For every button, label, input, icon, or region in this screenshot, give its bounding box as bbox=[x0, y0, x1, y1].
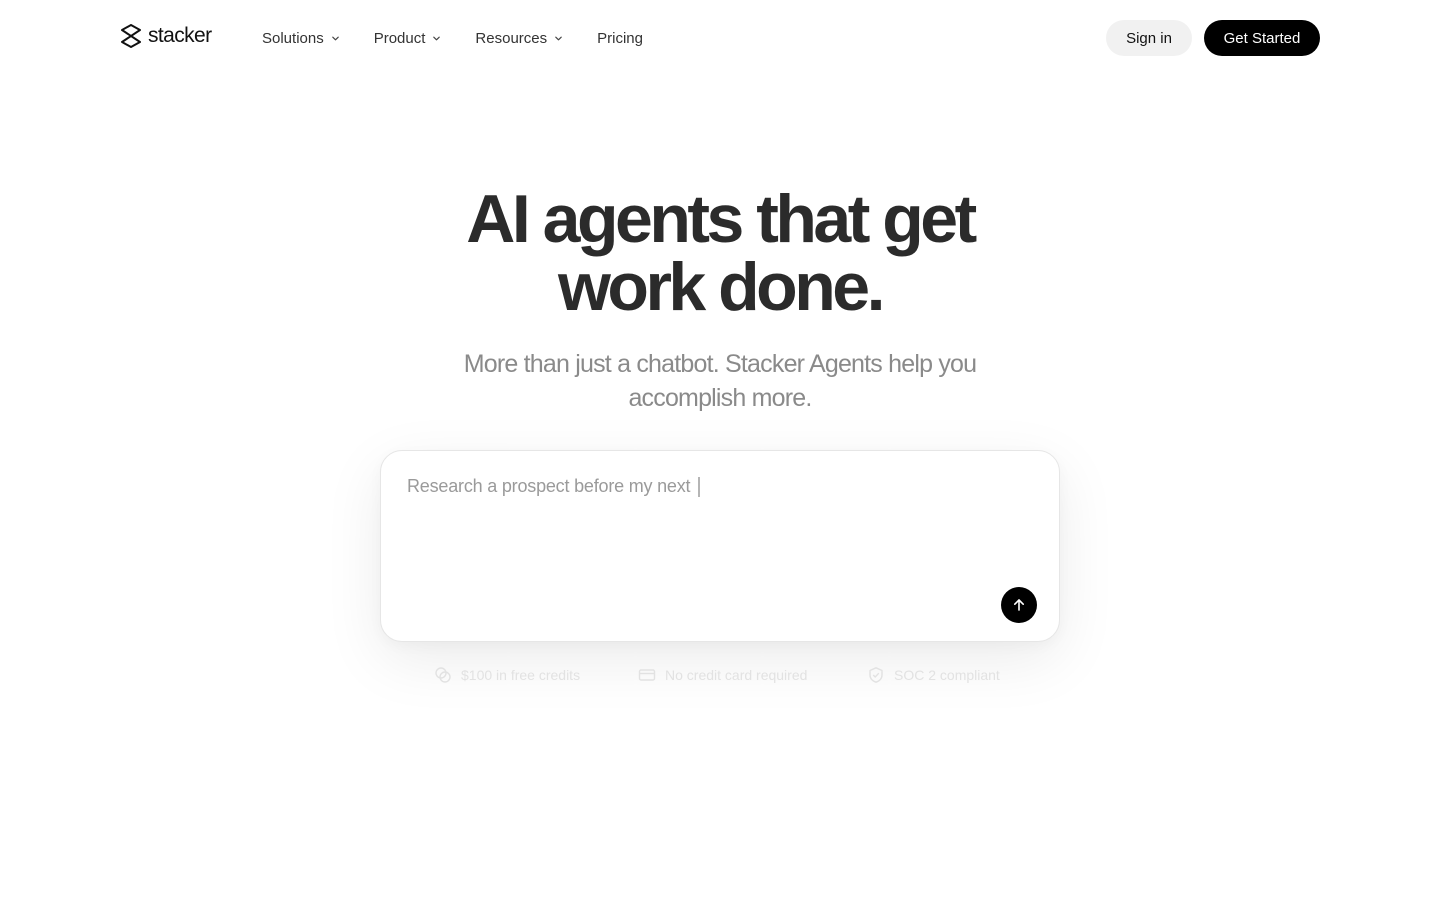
text-caret bbox=[698, 476, 700, 497]
chevron-down-icon bbox=[432, 34, 441, 43]
credit-card-icon bbox=[638, 666, 656, 684]
badge-label: SOC 2 compliant bbox=[894, 667, 1000, 683]
chevron-down-icon bbox=[331, 34, 340, 43]
prompt-input[interactable]: Research a prospect before my next bbox=[407, 476, 700, 497]
nav-item-label: Pricing bbox=[597, 29, 643, 47]
shield-check-icon bbox=[867, 666, 885, 684]
hero-title-line: work done. bbox=[558, 249, 885, 325]
send-button[interactable] bbox=[1001, 587, 1037, 623]
sign-in-button[interactable]: Sign in bbox=[1106, 20, 1192, 56]
badge-soc2: SOC 2 compliant bbox=[867, 666, 1000, 684]
hero-title-line: AI agents that get bbox=[466, 181, 977, 257]
prompt-typed-text: Research a prospect before my next bbox=[407, 476, 691, 496]
nav-links: Solutions Product Resources Pricing bbox=[262, 26, 677, 50]
hero-subtitle: More than just a chatbot. Stacker Agents… bbox=[0, 347, 1440, 415]
badge-label: No credit card required bbox=[665, 667, 808, 683]
feature-badges: $100 in free credits No credit card requ… bbox=[0, 666, 1440, 686]
badge-no-credit-card: No credit card required bbox=[638, 666, 807, 684]
get-started-button[interactable]: Get Started bbox=[1204, 20, 1320, 56]
chevron-down-icon bbox=[554, 34, 563, 43]
logo[interactable]: stacker bbox=[119, 22, 212, 50]
badge-free-credits: $100 in free credits bbox=[434, 666, 580, 684]
nav-item-pricing[interactable]: Pricing bbox=[597, 30, 643, 47]
nav-item-label: Resources bbox=[475, 29, 548, 47]
nav-item-label: Solutions bbox=[262, 29, 324, 47]
prompt-input-card[interactable]: Research a prospect before my next bbox=[380, 450, 1060, 642]
hero-subtitle-line: More than just a chatbot. Stacker Agents… bbox=[463, 350, 977, 378]
logo-text: stacker bbox=[148, 24, 212, 47]
hero-title: AI agents that get work done. bbox=[0, 185, 1440, 321]
nav-item-label: Product bbox=[373, 29, 426, 47]
coins-icon bbox=[434, 666, 452, 684]
hero-subtitle-line: accomplish more. bbox=[628, 384, 812, 412]
nav-item-solutions[interactable]: Solutions bbox=[262, 30, 340, 47]
badge-label: $100 in free credits bbox=[461, 667, 581, 683]
nav-item-resources[interactable]: Resources bbox=[475, 30, 563, 47]
top-nav: stacker Solutions Product Resources Pric… bbox=[0, 0, 1440, 76]
stacker-logo-icon bbox=[119, 23, 143, 49]
nav-item-product[interactable]: Product bbox=[374, 30, 442, 47]
arrow-up-icon bbox=[1012, 598, 1026, 612]
